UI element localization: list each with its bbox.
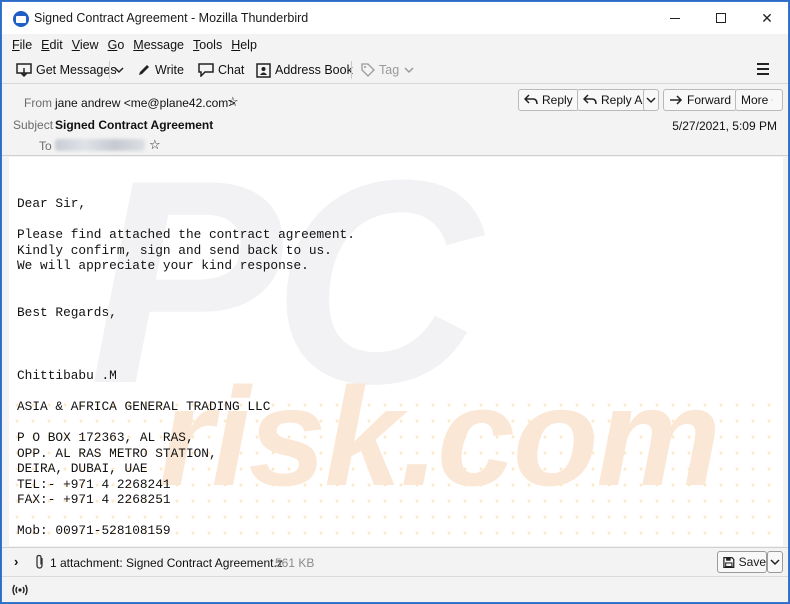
subject-label: Subject [13,118,54,132]
menu-help[interactable]: Help [231,38,257,52]
chevron-right-icon[interactable]: › [14,554,18,569]
to-label: To [39,139,52,153]
reply-arrow-icon [524,94,538,105]
window-title: Signed Contract Agreement - Mozilla Thun… [34,11,309,25]
write-button[interactable]: Write [133,59,188,81]
from-label: From [24,96,52,110]
reply-button[interactable]: Reply [518,89,579,111]
minimize-button[interactable] [652,2,698,34]
maximize-icon [716,13,726,23]
thunderbird-window: Signed Contract Agreement - Mozilla Thun… [1,1,789,603]
get-messages-label: Get Messages [36,63,117,77]
write-label: Write [155,63,184,77]
address-book-label: Address Book [275,63,353,77]
save-button[interactable]: Save [717,551,767,573]
chat-label: Chat [218,63,245,77]
from-value[interactable]: jane andrew <me@plane42.com> [55,96,235,110]
menu-edit[interactable]: Edit [41,38,63,52]
get-messages-button[interactable]: Get Messages [12,59,121,81]
minimize-icon [670,17,680,19]
more-button[interactable]: More [735,89,783,111]
toolbar-separator [351,61,352,79]
chat-bubble-icon [198,63,214,77]
chat-button[interactable]: Chat [194,59,248,81]
forward-label: Forward [687,93,732,107]
chevron-down-icon [770,559,780,566]
attachment-size: 561 KB [275,556,315,570]
menu-tools[interactable]: Tools [193,38,222,52]
status-bar [2,576,788,602]
thunderbird-icon [13,11,29,27]
redacted-recipient [55,139,145,151]
address-book-icon [256,62,271,78]
forward-arrow-icon [670,95,683,105]
get-messages-dropdown[interactable] [110,59,132,81]
tag-icon [361,63,375,77]
wifi-antenna-icon[interactable] [12,583,28,597]
maximize-button[interactable] [698,2,744,34]
star-icon[interactable]: ☆ [149,137,161,153]
pencil-icon [139,65,149,75]
menu-go[interactable]: Go [108,38,125,52]
save-dropdown[interactable] [767,551,783,573]
address-book-button[interactable]: Address Book [252,59,357,81]
forward-button[interactable]: Forward [663,89,738,111]
reply-arrow-icon [583,94,597,105]
title-bar: Signed Contract Agreement - Mozilla Thun… [2,2,788,34]
chevron-down-icon [114,67,124,74]
chevron-down-icon [771,99,773,101]
menu-view[interactable]: View [72,38,99,52]
paperclip-icon [36,554,43,569]
close-button[interactable]: ✕ [744,2,788,34]
main-toolbar: Get Messages Write Chat Address Book Tag [2,56,788,84]
more-label: More [741,93,769,107]
save-label: Save [738,555,766,569]
email-text: Dear Sir, Please find attached the contr… [17,196,355,539]
menu-bar: File Edit View Go Message Tools Help [2,34,788,56]
message-date: 5/27/2021, 5:09 PM [672,119,777,133]
menu-file[interactable]: File [12,38,32,52]
chevron-down-icon [404,67,414,74]
menu-message[interactable]: Message [133,38,184,52]
message-body: PC risk.com Dear Sir, Please find attach… [9,157,783,546]
attachment-summary[interactable]: 1 attachment: Signed Contract Agreement.… [50,556,283,570]
subject-value: Signed Contract Agreement [55,118,214,132]
tag-button[interactable]: Tag [357,59,422,81]
download-icon [16,63,32,78]
reply-all-dropdown[interactable] [643,89,659,111]
star-icon[interactable]: ☆ [227,94,239,110]
floppy-disk-icon [723,556,735,568]
hamburger-icon[interactable] [757,63,769,75]
attachment-bar: › 1 attachment: Signed Contract Agreemen… [2,547,788,575]
reply-all-label: Reply All [601,93,648,107]
chevron-down-icon [646,97,656,104]
tag-label: Tag [379,63,400,77]
message-header: From jane andrew <me@plane42.com> ☆ Subj… [2,85,788,156]
reply-label: Reply [542,93,573,107]
